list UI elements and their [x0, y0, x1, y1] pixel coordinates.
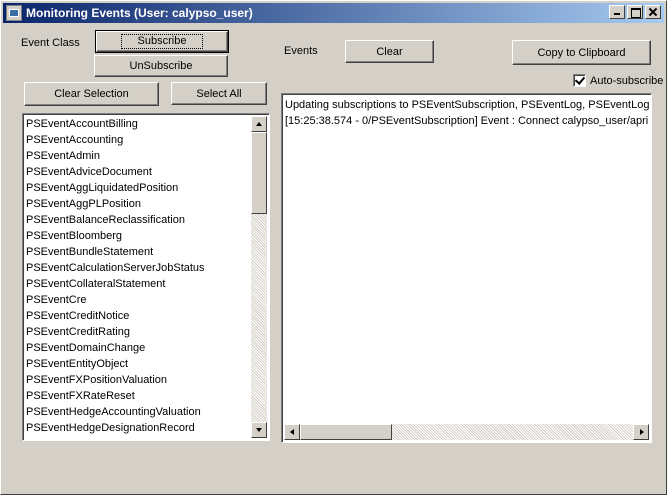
monitoring-events-window: Monitoring Events (User: calypso_user) E…	[0, 0, 667, 495]
app-icon	[6, 5, 22, 21]
list-item[interactable]: PSEventAccounting	[25, 132, 251, 148]
list-item[interactable]: PSEventBalanceReclassification	[25, 212, 251, 228]
scroll-left-icon[interactable]	[284, 424, 300, 440]
list-item[interactable]: PSEventCreditRating	[25, 324, 251, 340]
minimize-icon[interactable]	[609, 5, 625, 19]
list-item[interactable]: PSEventAdmin	[25, 148, 251, 164]
list-item[interactable]: PSEventDomainChange	[25, 340, 251, 356]
events-horizontal-scrollbar[interactable]	[284, 424, 649, 440]
event-class-label: Event Class	[21, 37, 80, 49]
list-item[interactable]: PSEventAccountBilling	[25, 116, 251, 132]
list-item[interactable]: PSEventAggLiquidatedPosition	[25, 180, 251, 196]
subscribe-button[interactable]: Subscribe	[95, 30, 229, 53]
list-item[interactable]: PSEventCre	[25, 292, 251, 308]
window-title: Monitoring Events (User: calypso_user)	[26, 6, 253, 20]
copy-to-clipboard-button[interactable]: Copy to Clipboard	[512, 40, 651, 65]
auto-subscribe-option[interactable]: Auto-subscribe	[573, 74, 663, 87]
list-item[interactable]: PSEventHedgeAccountingValuation	[25, 404, 251, 420]
title-bar[interactable]: Monitoring Events (User: calypso_user)	[3, 3, 664, 23]
select-all-button[interactable]: Select All	[171, 82, 267, 105]
auto-subscribe-checkbox[interactable]	[573, 74, 586, 87]
horizontal-scroll-thumb[interactable]	[300, 424, 392, 440]
event-log-line: Updating subscriptions to PSEventSubscri…	[285, 99, 649, 111]
list-item[interactable]: PSEventBloomberg	[25, 228, 251, 244]
scroll-right-icon[interactable]	[633, 424, 649, 440]
list-item[interactable]: PSEventHedgeDesignationRecord	[25, 420, 251, 436]
list-item[interactable]: PSEventFXPositionValuation	[25, 372, 251, 388]
list-item[interactable]: PSEventAdviceDocument	[25, 164, 251, 180]
subscribe-button-label: Subscribe	[120, 34, 204, 49]
events-log-text: Updating subscriptions to PSEventSubscri…	[284, 96, 649, 424]
list-item[interactable]: PSEventBundleStatement	[25, 244, 251, 260]
auto-subscribe-label: Auto-subscribe	[590, 74, 664, 87]
scroll-up-icon[interactable]	[251, 116, 267, 132]
list-item[interactable]: PSEventEntityObject	[25, 356, 251, 372]
event-class-vertical-scrollbar[interactable]	[251, 116, 267, 438]
scroll-thumb[interactable]	[251, 132, 267, 214]
window-controls	[607, 5, 661, 19]
maximize-icon[interactable]	[627, 5, 643, 19]
events-log[interactable]: Updating subscriptions to PSEventSubscri…	[281, 93, 652, 443]
list-item[interactable]: PSEventHedgeEffectivenessTest	[25, 436, 251, 438]
events-label: Events	[284, 45, 318, 57]
unsubscribe-button[interactable]: UnSubscribe	[94, 55, 228, 77]
list-item[interactable]: PSEventCreditNotice	[25, 308, 251, 324]
event-class-list[interactable]: PSEventAccountBilling PSEventAccounting PS…	[22, 113, 270, 441]
list-item[interactable]: PSEventFXRateReset	[25, 388, 251, 404]
list-item[interactable]: PSEventCollateralStatement	[25, 276, 251, 292]
close-icon[interactable]	[645, 5, 661, 19]
list-item[interactable]: PSEventAggPLPosition	[25, 196, 251, 212]
scroll-down-icon[interactable]	[251, 422, 267, 438]
event-log-line: [15:25:38.574 - 0/PSEventSubscription] E…	[285, 115, 649, 127]
clear-selection-button[interactable]: Clear Selection	[24, 82, 159, 106]
event-class-items: PSEventAccountBilling PSEventAccounting PS…	[25, 116, 251, 438]
list-item[interactable]: PSEventCalculationServerJobStatus	[25, 260, 251, 276]
clear-events-button[interactable]: Clear	[345, 40, 434, 63]
